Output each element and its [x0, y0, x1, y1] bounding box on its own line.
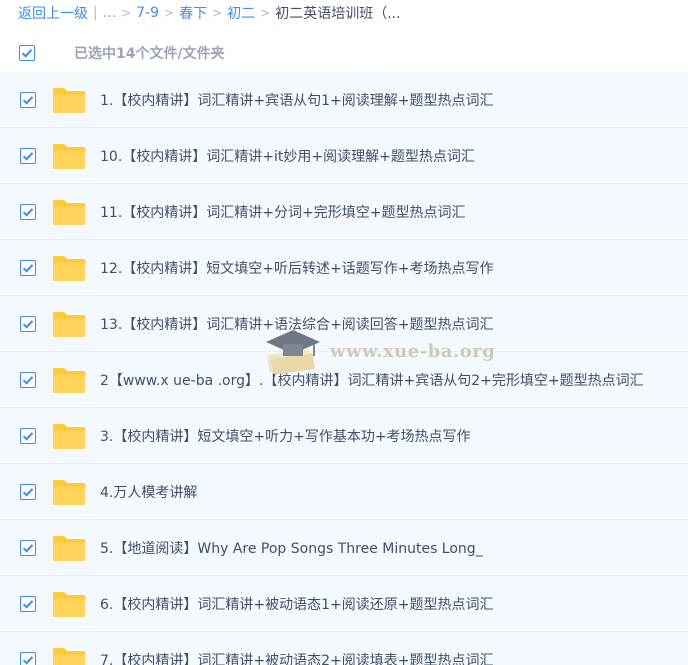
- select-all-checkbox[interactable]: [19, 45, 35, 61]
- breadcrumb-separator-icon: >: [164, 6, 175, 20]
- file-list: 1.【校内精讲】词汇精讲+宾语从句1+阅读理解+题型热点词汇 10.【校内精讲】词…: [0, 72, 688, 665]
- check-icon: [22, 655, 34, 665]
- file-name[interactable]: 6.【校内精讲】词汇精讲+被动语态1+阅读还原+题型热点词汇: [100, 594, 493, 614]
- folder-icon: [52, 590, 86, 618]
- file-name[interactable]: 13.【校内精讲】词汇精讲+语法综合+阅读回答+题型热点词汇: [100, 314, 493, 334]
- file-name[interactable]: 4.万人模考讲解: [100, 482, 197, 502]
- check-icon: [22, 487, 34, 497]
- breadcrumb-item-7-9[interactable]: 7-9: [136, 5, 159, 21]
- folder-icon: [52, 142, 86, 170]
- file-name[interactable]: 10.【校内精讲】词汇精讲+it妙用+阅读理解+题型热点词汇: [100, 146, 475, 166]
- breadcrumb-ellipsis[interactable]: ...: [103, 5, 116, 21]
- check-icon: [22, 319, 34, 329]
- file-name[interactable]: 11.【校内精讲】词汇精讲+分词+完形填空+题型热点词汇: [100, 202, 465, 222]
- folder-icon: [52, 86, 86, 114]
- file-row[interactable]: 6.【校内精讲】词汇精讲+被动语态1+阅读还原+题型热点词汇: [0, 576, 688, 632]
- selection-bar: 已选中14个文件/文件夹: [0, 34, 688, 72]
- folder-icon: [52, 646, 86, 665]
- selection-count: 已选中14个文件/文件夹: [74, 46, 225, 62]
- file-checkbox[interactable]: [20, 595, 36, 612]
- file-checkbox[interactable]: [20, 483, 36, 500]
- file-row[interactable]: 4.万人模考讲解: [0, 464, 688, 520]
- folder-icon: [52, 254, 86, 282]
- folder-icon: [52, 366, 86, 394]
- file-name[interactable]: 2【www.x ue-ba .org】.【校内精讲】词汇精讲+宾语从句2+完形填…: [100, 370, 644, 390]
- folder-icon: [52, 198, 86, 226]
- breadcrumb-divider: |: [93, 5, 98, 21]
- file-checkbox[interactable]: [20, 259, 36, 276]
- check-icon: [22, 95, 34, 105]
- check-icon: [21, 49, 33, 58]
- check-icon: [22, 207, 34, 217]
- breadcrumb-item-grade2[interactable]: 初二: [227, 3, 255, 23]
- file-name[interactable]: 12.【校内精讲】短文填空+听后转述+话题写作+考场热点写作: [100, 258, 493, 278]
- breadcrumb-separator-icon: >: [121, 6, 132, 20]
- file-row[interactable]: 11.【校内精讲】词汇精讲+分词+完形填空+题型热点词汇: [0, 184, 688, 240]
- file-checkbox[interactable]: [20, 91, 36, 108]
- check-icon: [22, 151, 34, 161]
- check-icon: [22, 599, 34, 609]
- check-icon: [22, 375, 34, 385]
- breadcrumb-separator-icon: >: [260, 6, 271, 20]
- check-icon: [22, 431, 34, 441]
- folder-icon: [52, 310, 86, 338]
- check-icon: [22, 543, 34, 553]
- folder-icon: [52, 422, 86, 450]
- file-checkbox[interactable]: [20, 427, 36, 444]
- folder-icon: [52, 478, 86, 506]
- file-checkbox[interactable]: [20, 315, 36, 332]
- file-row[interactable]: 3.【校内精讲】短文填空+听力+写作基本功+考场热点写作: [0, 408, 688, 464]
- breadcrumb-current: 初二英语培训班（...: [275, 6, 401, 22]
- file-row[interactable]: 2【www.x ue-ba .org】.【校内精讲】词汇精讲+宾语从句2+完形填…: [0, 352, 688, 408]
- back-link[interactable]: 返回上一级: [18, 3, 88, 23]
- breadcrumb: 返回上一级 | ... > 7-9 > 春下 > 初二 > 初二英语培训班（..…: [18, 0, 688, 26]
- file-name[interactable]: 5.【地道阅读】Why Are Pop Songs Three Minutes …: [100, 538, 483, 558]
- file-checkbox[interactable]: [20, 203, 36, 220]
- file-row[interactable]: 7.【校内精讲】词汇精讲+被动语态2+阅读填表+题型热点词汇: [0, 632, 688, 665]
- file-name[interactable]: 3.【校内精讲】短文填空+听力+写作基本功+考场热点写作: [100, 426, 471, 446]
- file-checkbox[interactable]: [20, 539, 36, 556]
- file-checkbox[interactable]: [20, 147, 36, 164]
- file-checkbox[interactable]: [20, 371, 36, 388]
- file-row[interactable]: 13.【校内精讲】词汇精讲+语法综合+阅读回答+题型热点词汇: [0, 296, 688, 352]
- check-icon: [22, 263, 34, 273]
- file-name[interactable]: 1.【校内精讲】词汇精讲+宾语从句1+阅读理解+题型热点词汇: [100, 90, 493, 110]
- file-checkbox[interactable]: [20, 651, 36, 665]
- folder-icon: [52, 534, 86, 562]
- file-row[interactable]: 5.【地道阅读】Why Are Pop Songs Three Minutes …: [0, 520, 688, 576]
- file-row[interactable]: 10.【校内精讲】词汇精讲+it妙用+阅读理解+题型热点词汇: [0, 128, 688, 184]
- file-row[interactable]: 1.【校内精讲】词汇精讲+宾语从句1+阅读理解+题型热点词汇: [0, 72, 688, 128]
- file-name[interactable]: 7.【校内精讲】词汇精讲+被动语态2+阅读填表+题型热点词汇: [100, 650, 493, 665]
- file-row[interactable]: 12.【校内精讲】短文填空+听后转述+话题写作+考场热点写作: [0, 240, 688, 296]
- breadcrumb-separator-icon: >: [212, 6, 223, 20]
- breadcrumb-item-spring[interactable]: 春下: [179, 3, 207, 23]
